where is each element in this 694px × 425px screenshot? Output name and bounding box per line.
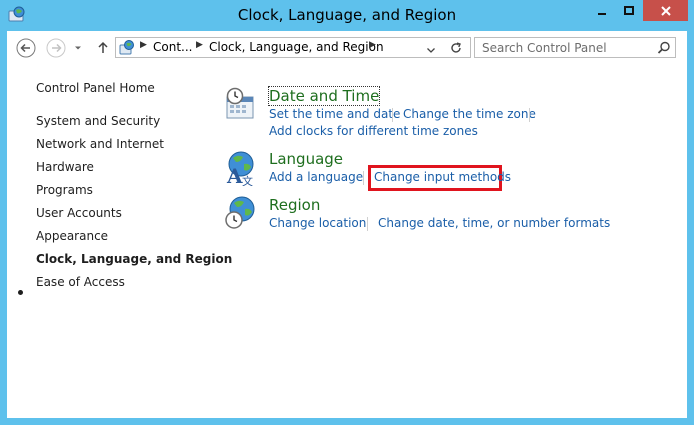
forward-arrow-icon xyxy=(46,38,66,58)
sidebar-item-clock-language-region[interactable]: Clock, Language, and Region xyxy=(36,252,232,266)
title-bar[interactable]: Clock, Language, and Region xyxy=(0,0,694,31)
minimize-button[interactable] xyxy=(589,0,615,21)
link-change-formats[interactable]: Change date, time, or number formats xyxy=(378,216,610,230)
close-button[interactable] xyxy=(643,0,688,21)
chevron-right-icon: ▶ xyxy=(140,40,147,50)
link-change-time-zone[interactable]: Change the time zone xyxy=(403,107,536,121)
recent-locations-button[interactable] xyxy=(70,38,86,58)
control-panel-window: Clock, Language, and Region ▶ Cont... ▶ … xyxy=(0,0,694,425)
up-button[interactable] xyxy=(93,38,113,58)
up-arrow-icon xyxy=(98,41,108,53)
refresh-icon xyxy=(451,42,461,53)
link-separator xyxy=(392,108,393,122)
search-icon[interactable] xyxy=(657,40,671,59)
category-date-and-time[interactable]: Date and Time xyxy=(267,86,381,106)
chevron-right-icon[interactable]: ▶ xyxy=(369,40,376,50)
close-icon xyxy=(660,5,671,16)
sidebar: Control Panel Home System and Security N… xyxy=(7,65,232,405)
sidebar-item-hardware[interactable]: Hardware xyxy=(36,160,94,174)
chevron-right-icon[interactable]: ▶ xyxy=(196,40,203,50)
maximize-button[interactable] xyxy=(616,0,642,21)
svg-text:文: 文 xyxy=(242,174,253,186)
forward-button[interactable] xyxy=(46,38,66,58)
search-input[interactable] xyxy=(475,38,657,57)
sidebar-item-ease-of-access[interactable]: Ease of Access xyxy=(36,275,125,289)
back-button[interactable] xyxy=(16,38,36,58)
chevron-down-icon xyxy=(427,48,435,53)
link-change-location[interactable]: Change location xyxy=(269,216,366,230)
sidebar-item-appearance[interactable]: Appearance xyxy=(36,229,108,243)
svg-text:A: A xyxy=(226,164,243,186)
client-area: ▶ Cont... ▶ Clock, Language, and Region … xyxy=(7,31,687,418)
control-panel-icon xyxy=(119,40,135,56)
refresh-button[interactable] xyxy=(449,40,463,59)
sidebar-item-network-and-internet[interactable]: Network and Internet xyxy=(36,137,164,151)
category-language[interactable]: Language xyxy=(269,150,343,168)
link-separator xyxy=(367,217,368,231)
search-box[interactable] xyxy=(474,37,676,58)
link-add-language[interactable]: Add a language xyxy=(269,170,363,184)
back-arrow-icon xyxy=(16,38,36,58)
link-separator xyxy=(363,171,364,185)
link-separator xyxy=(529,108,530,122)
link-change-input-methods[interactable]: Change input methods xyxy=(374,170,511,184)
breadcrumb-control-panel[interactable]: Cont... xyxy=(153,40,192,54)
minimize-icon xyxy=(598,12,606,15)
calendar-clock-icon[interactable] xyxy=(224,87,258,125)
region-globe-clock-icon[interactable] xyxy=(224,196,258,234)
maximize-icon xyxy=(624,5,634,15)
language-globe-icon[interactable]: A 文 xyxy=(224,150,258,190)
sidebar-item-system-and-security[interactable]: System and Security xyxy=(36,114,160,128)
address-bar[interactable]: ▶ Cont... ▶ Clock, Language, and Region … xyxy=(115,37,471,58)
category-region[interactable]: Region xyxy=(269,196,320,214)
breadcrumb-current[interactable]: Clock, Language, and Region xyxy=(209,40,384,54)
active-item-bullet xyxy=(18,290,23,295)
chevron-down-icon xyxy=(75,46,81,50)
navigation-bar: ▶ Cont... ▶ Clock, Language, and Region … xyxy=(7,31,687,65)
link-set-time-and-date[interactable]: Set the time and date xyxy=(269,107,400,121)
sidebar-item-control-panel-home[interactable]: Control Panel Home xyxy=(36,81,155,95)
sidebar-item-user-accounts[interactable]: User Accounts xyxy=(36,206,122,220)
link-add-clocks[interactable]: Add clocks for different time zones xyxy=(269,124,478,138)
sidebar-item-programs[interactable]: Programs xyxy=(36,183,93,197)
address-dropdown-button[interactable] xyxy=(425,41,437,60)
